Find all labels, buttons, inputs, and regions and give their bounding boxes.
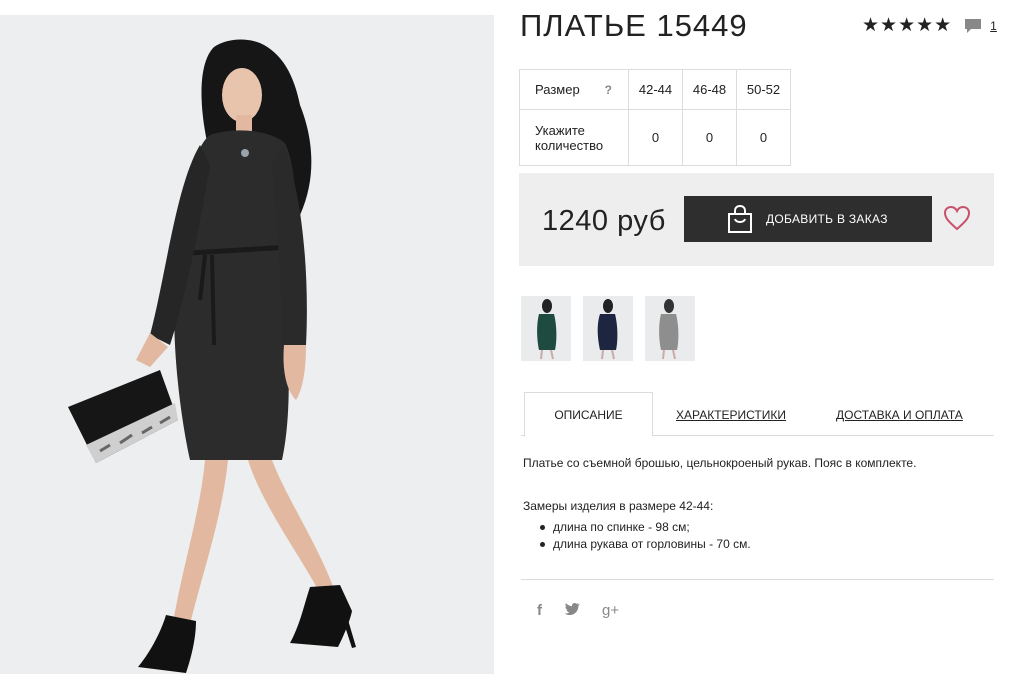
- tab-delivery[interactable]: ДОСТАВКА И ОПЛАТА: [836, 392, 963, 437]
- tab-description[interactable]: ОПИСАНИЕ: [524, 392, 653, 437]
- size-option-46-48: 46-48: [682, 69, 737, 110]
- measure-title: Замеры изделия в размере 42-44:: [523, 499, 714, 513]
- quantity-input-42-44[interactable]: 0: [628, 109, 683, 166]
- rating: ★★★★★ 1: [862, 16, 997, 35]
- thumbnail-grey[interactable]: [645, 296, 695, 361]
- thumbnail-navy[interactable]: [583, 296, 633, 361]
- shopping-bag-icon: [727, 204, 753, 233]
- size-option-50-52: 50-52: [736, 69, 791, 110]
- product-title: ПЛАТЬЕ 15449: [520, 8, 748, 43]
- quantity-input-50-52[interactable]: 0: [736, 109, 791, 166]
- social-share: f g+: [537, 602, 619, 619]
- tab-characteristics[interactable]: ХАРАКТЕРИСТИКИ: [676, 392, 786, 437]
- price: 1240 руб: [542, 205, 666, 237]
- measure-list: длина по спинке - 98 см; длина рукава от…: [540, 519, 751, 553]
- heart-icon[interactable]: [943, 205, 971, 231]
- model-illustration: [68, 39, 356, 673]
- quantity-label-line2: количество: [535, 137, 604, 153]
- size-help-icon[interactable]: ?: [605, 83, 612, 97]
- size-option-42-44: 42-44: [628, 69, 683, 110]
- comment-icon[interactable]: [964, 18, 982, 34]
- description-text: Платье со съемной брошью, цельнокроеный …: [523, 456, 917, 470]
- divider: [521, 579, 994, 580]
- twitter-icon[interactable]: [564, 602, 580, 619]
- quantity-label-line1: Укажите: [535, 122, 585, 138]
- size-label-cell: Размер ?: [519, 69, 629, 110]
- thumbnail-gallery: [521, 296, 695, 361]
- review-count-link[interactable]: 1: [990, 19, 997, 33]
- thumbnail-green[interactable]: [521, 296, 571, 361]
- info-tabs: ОПИСАНИЕ ХАРАКТЕРИСТИКИ ДОСТАВКА И ОПЛАТ…: [521, 392, 994, 437]
- product-photo[interactable]: [0, 15, 494, 674]
- add-to-order-button[interactable]: ДОБАВИТЬ В ЗАКАЗ: [684, 196, 932, 242]
- rating-stars[interactable]: ★★★★★: [862, 16, 952, 35]
- size-table: Размер ? 42-44 46-48 50-52 Укажите колич…: [519, 69, 791, 166]
- quantity-input-46-48[interactable]: 0: [682, 109, 737, 166]
- list-item: длина по спинке - 98 см;: [540, 519, 751, 536]
- gplus-icon[interactable]: g+: [602, 602, 619, 619]
- size-label: Размер: [535, 82, 580, 97]
- facebook-icon[interactable]: f: [537, 602, 542, 619]
- list-item: длина рукава от горловины - 70 см.: [540, 536, 751, 553]
- buy-box: 1240 руб ДОБАВИТЬ В ЗАКАЗ: [519, 173, 994, 266]
- add-to-order-label: ДОБАВИТЬ В ЗАКАЗ: [766, 212, 888, 226]
- quantity-label-cell: Укажите количество: [519, 109, 629, 166]
